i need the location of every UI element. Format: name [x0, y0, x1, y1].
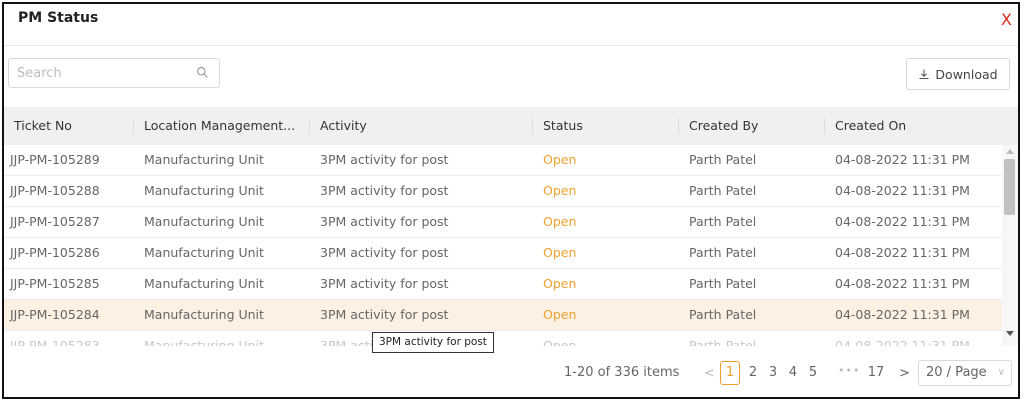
- cell-status: Open: [543, 214, 577, 229]
- table-row[interactable]: JJP-PM-105289 Manufacturing Unit 3PM act…: [4, 145, 1002, 176]
- cell-created-on: 04-08-2022 11:31 PM: [835, 276, 970, 291]
- search-icon[interactable]: [196, 66, 209, 79]
- prev-page-icon[interactable]: <: [704, 366, 715, 381]
- table-row[interactable]: JJP-PM-105287 Manufacturing Unit 3PM act…: [4, 207, 1002, 238]
- pagination-total: 1-20 of 336 items: [564, 365, 680, 380]
- cell-ticket-no: JJP-PM-105285: [10, 276, 100, 291]
- page-3-button[interactable]: 3: [763, 361, 783, 385]
- table-row[interactable]: JJP-PM-105285 Manufacturing Unit 3PM act…: [4, 269, 1002, 300]
- scroll-up-arrow-icon[interactable]: [1006, 149, 1014, 154]
- cell-created-by: Parth Patel: [689, 152, 757, 167]
- cell-created-by: Parth Patel: [689, 183, 757, 198]
- cell-activity: 3PM activity for post: [320, 214, 449, 229]
- cell-status: Open: [543, 245, 577, 260]
- download-icon: [919, 69, 929, 80]
- search-box[interactable]: [8, 58, 220, 88]
- cell-status: Open: [543, 152, 577, 167]
- cell-created-by: Parth Patel: [689, 338, 757, 346]
- page-2-button[interactable]: 2: [743, 361, 763, 385]
- pm-status-table: Ticket No Location Management... Activit…: [4, 107, 1018, 346]
- column-header-activity[interactable]: Activity: [310, 107, 533, 145]
- table-row-hovered[interactable]: JJP-PM-105284 Manufacturing Unit 3PM act…: [4, 300, 1002, 331]
- cell-location: Manufacturing Unit: [144, 214, 264, 229]
- cell-location: Manufacturing Unit: [144, 276, 264, 291]
- column-header-created-on[interactable]: Created On: [825, 107, 1002, 145]
- close-icon[interactable]: X: [1001, 10, 1012, 29]
- table-header: Ticket No Location Management... Activit…: [4, 107, 1002, 145]
- page-1-button[interactable]: 1: [720, 361, 740, 385]
- cell-ticket-no: JJP-PM-105288: [10, 183, 100, 198]
- cell-status: Open: [543, 307, 577, 322]
- cell-created-by: Parth Patel: [689, 307, 757, 322]
- cell-ticket-no: JJP-PM-105286: [10, 245, 100, 260]
- column-header-status[interactable]: Status: [533, 107, 679, 145]
- cell-created-on: 04-08-2022 11:31 PM: [835, 183, 970, 198]
- page-size-value: 20 / Page: [926, 365, 987, 380]
- cell-location: Manufacturing Unit: [144, 152, 264, 167]
- table-scrollbar[interactable]: [1002, 145, 1018, 346]
- search-input[interactable]: [9, 59, 189, 87]
- cell-created-on: 04-08-2022 11:31 PM: [835, 152, 970, 167]
- cell-created-on: 04-08-2022 11:31 PM: [835, 214, 970, 229]
- cell-location: Manufacturing Unit: [144, 245, 264, 260]
- cell-created-on: 04-08-2022 11:31 PM: [835, 307, 970, 322]
- cell-activity: 3PM activity for post: [320, 245, 449, 260]
- download-label: Download: [935, 66, 998, 82]
- cell-location: Manufacturing Unit: [144, 307, 264, 322]
- column-header-created-by[interactable]: Created By: [679, 107, 825, 145]
- cell-created-by: Parth Patel: [689, 276, 757, 291]
- activity-tooltip: 3PM activity for post: [372, 332, 494, 353]
- cell-location: Manufacturing Unit: [144, 183, 264, 198]
- dialog-title: PM Status: [18, 10, 99, 26]
- table-row[interactable]: JJP-PM-105286 Manufacturing Unit 3PM act…: [4, 238, 1002, 269]
- pagination: 1-20 of 336 items < 1 2 3 4 5 ••• 17 > 2…: [4, 359, 1018, 391]
- dialog-header: PM Status X: [4, 4, 1018, 46]
- cell-location: Manufacturing Unit: [144, 338, 264, 346]
- scroll-down-arrow-icon[interactable]: [1006, 331, 1014, 336]
- column-header-location[interactable]: Location Management...: [134, 107, 310, 145]
- cell-created-by: Parth Patel: [689, 214, 757, 229]
- header-scroll-gap: [1002, 107, 1018, 145]
- cell-activity: 3PM activity for post: [320, 152, 449, 167]
- page-5-button[interactable]: 5: [803, 361, 823, 385]
- cell-ticket-no: JJP-PM-105289: [10, 152, 100, 167]
- cell-created-on: 04-08-2022 11:31 PM: [835, 245, 970, 260]
- scrollbar-thumb[interactable]: [1004, 159, 1015, 215]
- cell-ticket-no: JJP-PM-105284: [10, 307, 100, 322]
- column-header-ticket-no[interactable]: Ticket No: [4, 107, 134, 145]
- cell-activity: 3PM activity for post: [320, 183, 449, 198]
- page-17-button[interactable]: 17: [866, 361, 886, 385]
- next-page-icon[interactable]: >: [899, 366, 910, 381]
- pm-status-dialog: PM Status X Download Ticket No Location …: [2, 2, 1020, 399]
- chevron-down-icon: ∨: [997, 367, 1005, 378]
- cell-ticket-no: JJP-PM-105287: [10, 214, 100, 229]
- table-row[interactable]: JJP-PM-105288 Manufacturing Unit 3PM act…: [4, 176, 1002, 207]
- download-button[interactable]: Download: [906, 58, 1010, 90]
- cell-ticket-no: JJP-PM-105283: [10, 338, 100, 346]
- table-row-partial[interactable]: JJP-PM-105283 Manufacturing Unit 3PM act…: [4, 331, 1002, 346]
- cell-status: Open: [543, 183, 577, 198]
- cell-status: Open: [543, 276, 577, 291]
- page-4-button[interactable]: 4: [783, 361, 803, 385]
- more-pages-ellipsis[interactable]: •••: [838, 364, 860, 377]
- table-body: JJP-PM-105289 Manufacturing Unit 3PM act…: [4, 145, 1002, 346]
- cell-status: Open: [543, 338, 577, 346]
- cell-created-by: Parth Patel: [689, 245, 757, 260]
- cell-activity: 3PM activity for post: [320, 307, 449, 322]
- page-size-select[interactable]: 20 / Page ∨: [918, 360, 1012, 386]
- cell-created-on: 04-08-2022 11:31 PM: [835, 338, 970, 346]
- cell-activity: 3PM activity for post: [320, 276, 449, 291]
